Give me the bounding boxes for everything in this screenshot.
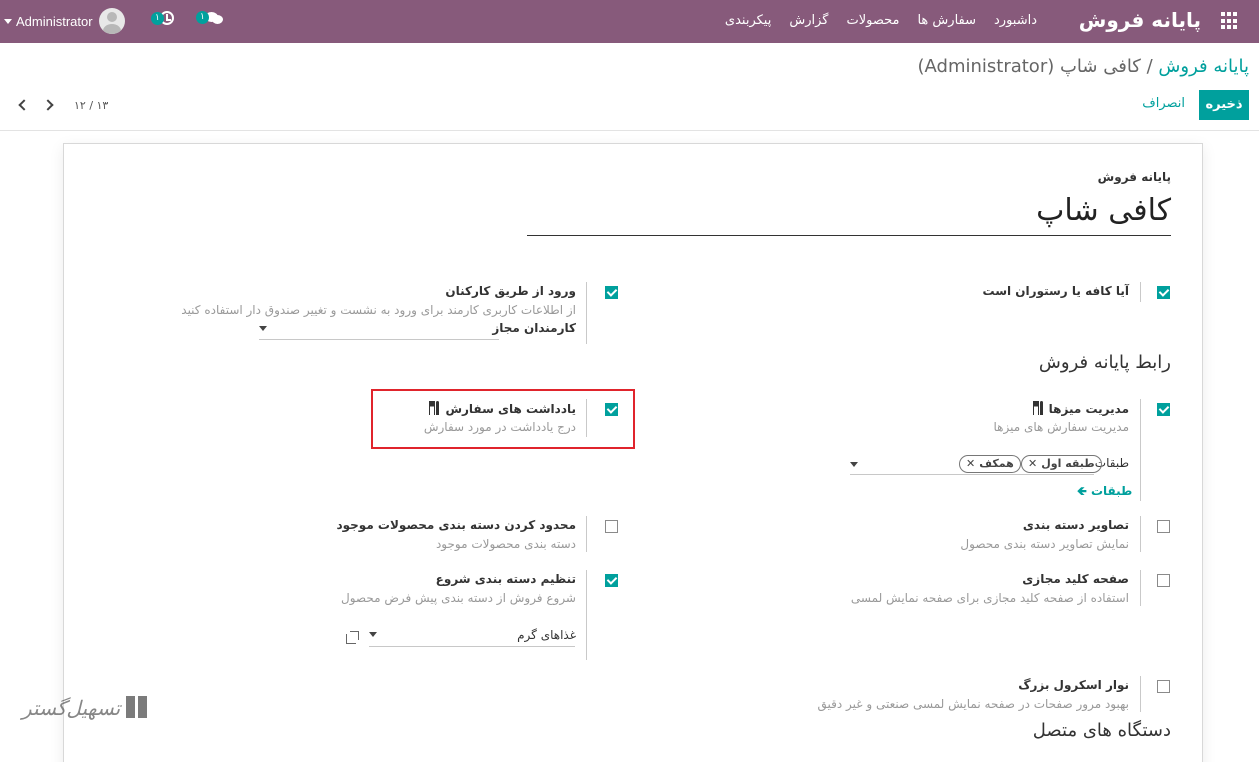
message-count-badge: ۱	[196, 11, 209, 24]
caret-down-icon[interactable]	[259, 326, 267, 331]
large-scrollbar-checkbox[interactable]	[1157, 680, 1170, 693]
menu-reporting[interactable]: گزارش	[789, 13, 828, 28]
divider	[1140, 676, 1141, 712]
apps-menu-icon[interactable]	[1221, 12, 1239, 30]
chevron-left-icon	[18, 99, 30, 111]
pager-next-button[interactable]	[36, 96, 60, 114]
is-restaurant-title: آیا کافه یا رستوران است	[982, 284, 1129, 298]
restrict-categories-help: دسته بندی محصولات موجود	[435, 537, 576, 551]
caret-down-icon[interactable]	[850, 462, 858, 467]
app-brand[interactable]: پایانه فروش	[1079, 8, 1201, 32]
tag-first-floor[interactable]: طبقه اول✕	[1021, 455, 1102, 473]
order-notes-title: یادداشت های سفارش	[427, 401, 576, 416]
user-menu[interactable]: Administrator	[4, 8, 125, 34]
pager-value[interactable]: ۱۲ / ۱۳	[74, 99, 108, 112]
employee-login-help: از اطلاعات کاربری کارمند برای ورود به نش…	[181, 303, 576, 317]
allowed-employees-label: کارمندان مجاز	[492, 321, 576, 335]
divider	[586, 282, 587, 344]
start-category-select[interactable]	[369, 646, 575, 647]
discard-button[interactable]: انصراف	[1142, 96, 1185, 111]
start-category-value: غذاهای گرم	[517, 628, 576, 642]
messages-button[interactable]: ۱	[196, 11, 223, 24]
control-panel-divider	[0, 130, 1259, 131]
menu-products[interactable]: محصولات	[846, 13, 899, 28]
virtual-keyboard-help: استفاده از صفحه کلید مجازی برای صفحه نما…	[850, 591, 1129, 605]
divider	[586, 399, 587, 437]
section-connected-devices: دستگاه های متصل	[1032, 720, 1171, 741]
main-menu: داشبورد سفارش ها محصولات گزارش پیکربندی	[725, 13, 1037, 28]
order-notes-checkbox[interactable]	[605, 403, 618, 416]
large-scrollbar-help: بهبود مرور صفحات در صفحه نمایش لمسی صنعت…	[817, 697, 1129, 711]
table-management-title: مدیریت میزها	[1031, 401, 1129, 416]
breadcrumb-root[interactable]: پایانه فروش	[1158, 56, 1249, 77]
pager: ۱۲ / ۱۳	[12, 96, 108, 114]
restrict-categories-title: محدود کردن دسته بندی محصولات موجود	[336, 518, 576, 532]
start-category-checkbox[interactable]	[605, 574, 618, 587]
allowed-employees-input[interactable]	[259, 339, 499, 340]
virtual-keyboard-title: صفحه کلید مجازی	[1022, 572, 1129, 586]
divider	[586, 516, 587, 552]
pager-previous-button[interactable]	[12, 96, 36, 114]
utensils-icon	[427, 401, 441, 415]
section-pos-interface: رابط پایانه فروش	[1038, 352, 1171, 373]
highlight-box	[371, 389, 635, 449]
virtual-keyboard-checkbox[interactable]	[1157, 574, 1170, 587]
close-icon[interactable]: ✕	[966, 457, 975, 470]
divider	[1140, 282, 1141, 302]
top-navbar: پایانه فروش داشبورد سفارش ها محصولات گزا…	[0, 0, 1259, 43]
floors-input[interactable]	[850, 474, 1094, 475]
menu-configuration[interactable]: پیکربندی	[725, 13, 771, 28]
chevron-right-icon	[42, 99, 54, 111]
category-images-help: نمایش تصاویر دسته بندی محصول	[960, 537, 1129, 551]
breadcrumb: پایانه فروش / کافی شاپ (Administrator)	[917, 56, 1249, 77]
employee-login-checkbox[interactable]	[605, 286, 618, 299]
utensils-icon	[1031, 401, 1045, 415]
restrict-categories-checkbox[interactable]	[605, 520, 618, 533]
table-management-help: مدیریت سفارش های میزها	[993, 420, 1129, 434]
divider	[1140, 570, 1141, 606]
tag-ground-floor[interactable]: همکف✕	[959, 455, 1021, 473]
watermark-logo-icon	[126, 692, 152, 724]
divider	[1140, 399, 1141, 501]
activities-button[interactable]: ۱	[151, 11, 174, 25]
caret-down-icon[interactable]	[369, 632, 377, 637]
order-notes-help: درج یادداشت در مورد سفارش	[423, 420, 576, 434]
pos-name-field[interactable]: کافی شاپ	[527, 190, 1171, 236]
is-restaurant-checkbox[interactable]	[1157, 286, 1170, 299]
user-name: Administrator	[16, 13, 93, 29]
external-link-icon[interactable]	[346, 631, 359, 644]
menu-dashboard[interactable]: داشبورد	[994, 13, 1037, 28]
table-management-checkbox[interactable]	[1157, 403, 1170, 416]
breadcrumb-current: کافی شاپ (Administrator)	[917, 56, 1141, 77]
save-button[interactable]: ذخیره	[1199, 90, 1249, 120]
divider	[1140, 516, 1141, 552]
start-category-help: شروع فروش از دسته بندی پیش فرض محصول	[341, 591, 576, 605]
form-label: پایانه فروش	[1097, 170, 1171, 184]
activity-count-badge: ۱	[151, 11, 164, 25]
divider	[586, 570, 587, 660]
large-scrollbar-title: نوار اسکرول بزرگ	[1018, 678, 1129, 692]
arrow-left-icon: 🡸	[1077, 484, 1087, 498]
close-icon[interactable]: ✕	[1028, 457, 1037, 470]
category-images-checkbox[interactable]	[1157, 520, 1170, 533]
avatar	[98, 8, 125, 34]
breadcrumb-separator: /	[1146, 56, 1153, 77]
employee-login-title: ورود از طریق کارکنان	[445, 284, 576, 298]
floors-link[interactable]: 🡸 طبقات	[1077, 482, 1132, 503]
caret-down-icon	[4, 18, 12, 24]
watermark: تسهیل‌گستر	[22, 692, 152, 724]
start-category-title: تنظیم دسته بندی شروع	[435, 572, 576, 586]
menu-orders[interactable]: سفارش ها	[917, 13, 976, 28]
watermark-text: تسهیل‌گستر	[22, 696, 121, 720]
category-images-title: تصاویر دسته بندی	[1022, 518, 1129, 532]
